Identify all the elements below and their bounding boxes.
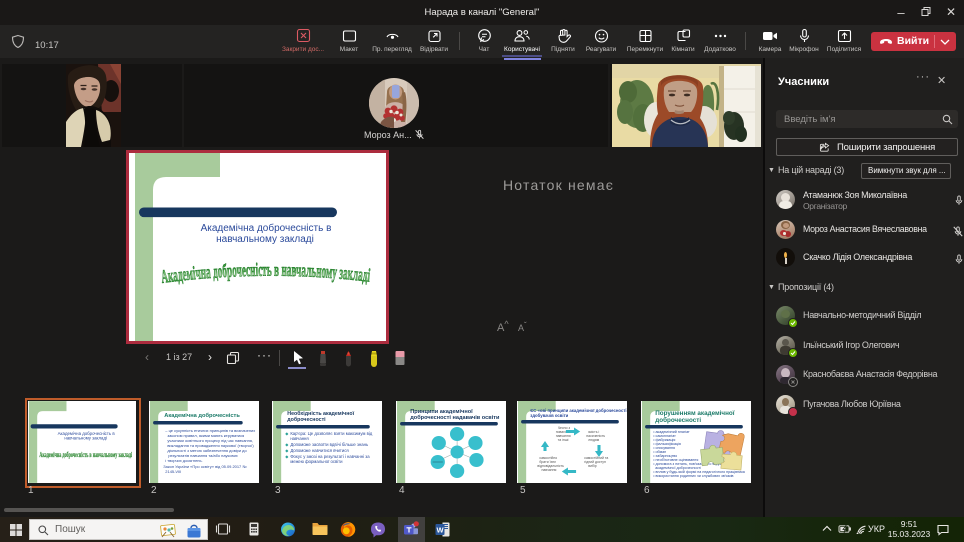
svg-text:• використання родинних чи слу: • використання родинних чи службових зв'… (653, 474, 733, 478)
svg-text:◆: ◆ (285, 442, 289, 447)
svg-text:W: W (436, 526, 444, 535)
svg-text:здобувачів освіти: здобувачів освіти (530, 413, 568, 418)
svg-text:вибір: вибір (588, 464, 597, 468)
svg-text:◆: ◆ (285, 454, 289, 459)
svg-text:доброчесності надавачів освіти: доброчесності надавачів освіти (410, 414, 500, 421)
svg-text:навчання: навчання (541, 468, 556, 472)
svg-text:◆: ◆ (285, 448, 289, 453)
svg-text:2145-VIII: 2145-VIII (165, 469, 181, 474)
svg-text:Порушенням академічної: Порушенням академічної (655, 410, 735, 417)
svg-text:Необхідність академічної: Необхідність академічної (287, 410, 354, 417)
svg-text:доброчесності: доброчесності (655, 417, 701, 424)
svg-text:навчання: навчання (290, 436, 308, 441)
svg-text:Академічна доброчесність в нав: Академічна доброчесність в навчальному з… (39, 450, 132, 459)
svg-text:навчальному закладі: навчальному закладі (64, 436, 107, 441)
svg-text:і творчих досягнень.: і творчих досягнень. (165, 458, 202, 463)
svg-text:Академічна доброчесність в: Академічна доброчесність в (201, 222, 332, 234)
svg-text:та інші: та інші (558, 438, 569, 442)
svg-text:Академічна доброчесність: Академічна доброчесність (164, 412, 240, 419)
svg-text:Академічна доброчесність в на: Академічна доброчесність в навчальному з… (160, 260, 371, 288)
svg-text:◆: ◆ (285, 431, 289, 436)
svg-text:Академічна доброчесність в: Академічна доброчесність в (58, 431, 116, 436)
svg-text:Допоможе засвоїти вдвічі більш: Допоможе засвоїти вдвічі більше знань (290, 442, 369, 447)
svg-text:Допоможе навчитися вчитися: Допоможе навчитися вчитися (290, 448, 348, 453)
svg-text:межею формальної освіти: межею формальної освіти (290, 459, 343, 464)
svg-text:доброчесності: доброчесності (287, 416, 326, 423)
svg-text:навчальному закладі: навчальному закладі (216, 234, 314, 245)
svg-text:людям: людям (588, 438, 599, 442)
